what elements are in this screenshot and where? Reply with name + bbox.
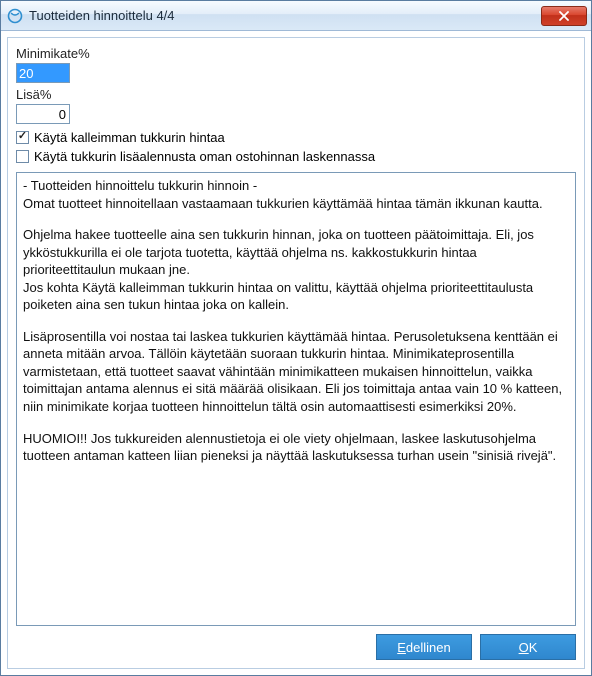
app-icon: [7, 8, 23, 24]
checkbox-lisaalennusta-row[interactable]: Käytä tukkurin lisäalennusta oman ostohi…: [16, 149, 576, 164]
info-line: Omat tuotteet hinnoitellaan vastaamaan t…: [23, 195, 569, 213]
client-area: Minimikate% Lisä% Käytä kalleimman tukku…: [7, 37, 585, 669]
close-button[interactable]: [541, 6, 587, 26]
checkbox-kalleimman-label: Käytä kalleimman tukkurin hintaa: [34, 130, 225, 145]
checkbox-lisaalennusta-label: Käytä tukkurin lisäalennusta oman ostohi…: [34, 149, 375, 164]
minimikate-label: Minimikate%: [16, 46, 576, 61]
checkbox-kalleimman-row[interactable]: Käytä kalleimman tukkurin hintaa: [16, 130, 576, 145]
titlebar: Tuotteiden hinnoittelu 4/4: [1, 1, 591, 31]
previous-button[interactable]: Edellinen: [376, 634, 472, 660]
checkbox-lisaalennusta[interactable]: [16, 150, 29, 163]
lisa-label: Lisä%: [16, 87, 576, 102]
minimikate-input[interactable]: [16, 63, 70, 83]
info-line: Lisäprosentilla voi nostaa tai laskea tu…: [23, 328, 569, 416]
info-text-box: - Tuotteiden hinnoittelu tukkurin hinnoi…: [16, 172, 576, 626]
ok-button[interactable]: OK: [480, 634, 576, 660]
button-row: Edellinen OK: [16, 634, 576, 660]
dialog-window: Tuotteiden hinnoittelu 4/4 Minimikate% L…: [0, 0, 592, 676]
info-line: - Tuotteiden hinnoittelu tukkurin hinnoi…: [23, 177, 569, 195]
info-line: Jos kohta Käytä kalleimman tukkurin hint…: [23, 279, 569, 314]
checkbox-kalleimman[interactable]: [16, 131, 29, 144]
info-line: HUOMIOI!! Jos tukkureiden alennustietoja…: [23, 430, 569, 465]
info-line: Ohjelma hakee tuotteelle aina sen tukkur…: [23, 226, 569, 279]
lisa-input[interactable]: [16, 104, 70, 124]
window-title: Tuotteiden hinnoittelu 4/4: [29, 8, 541, 23]
